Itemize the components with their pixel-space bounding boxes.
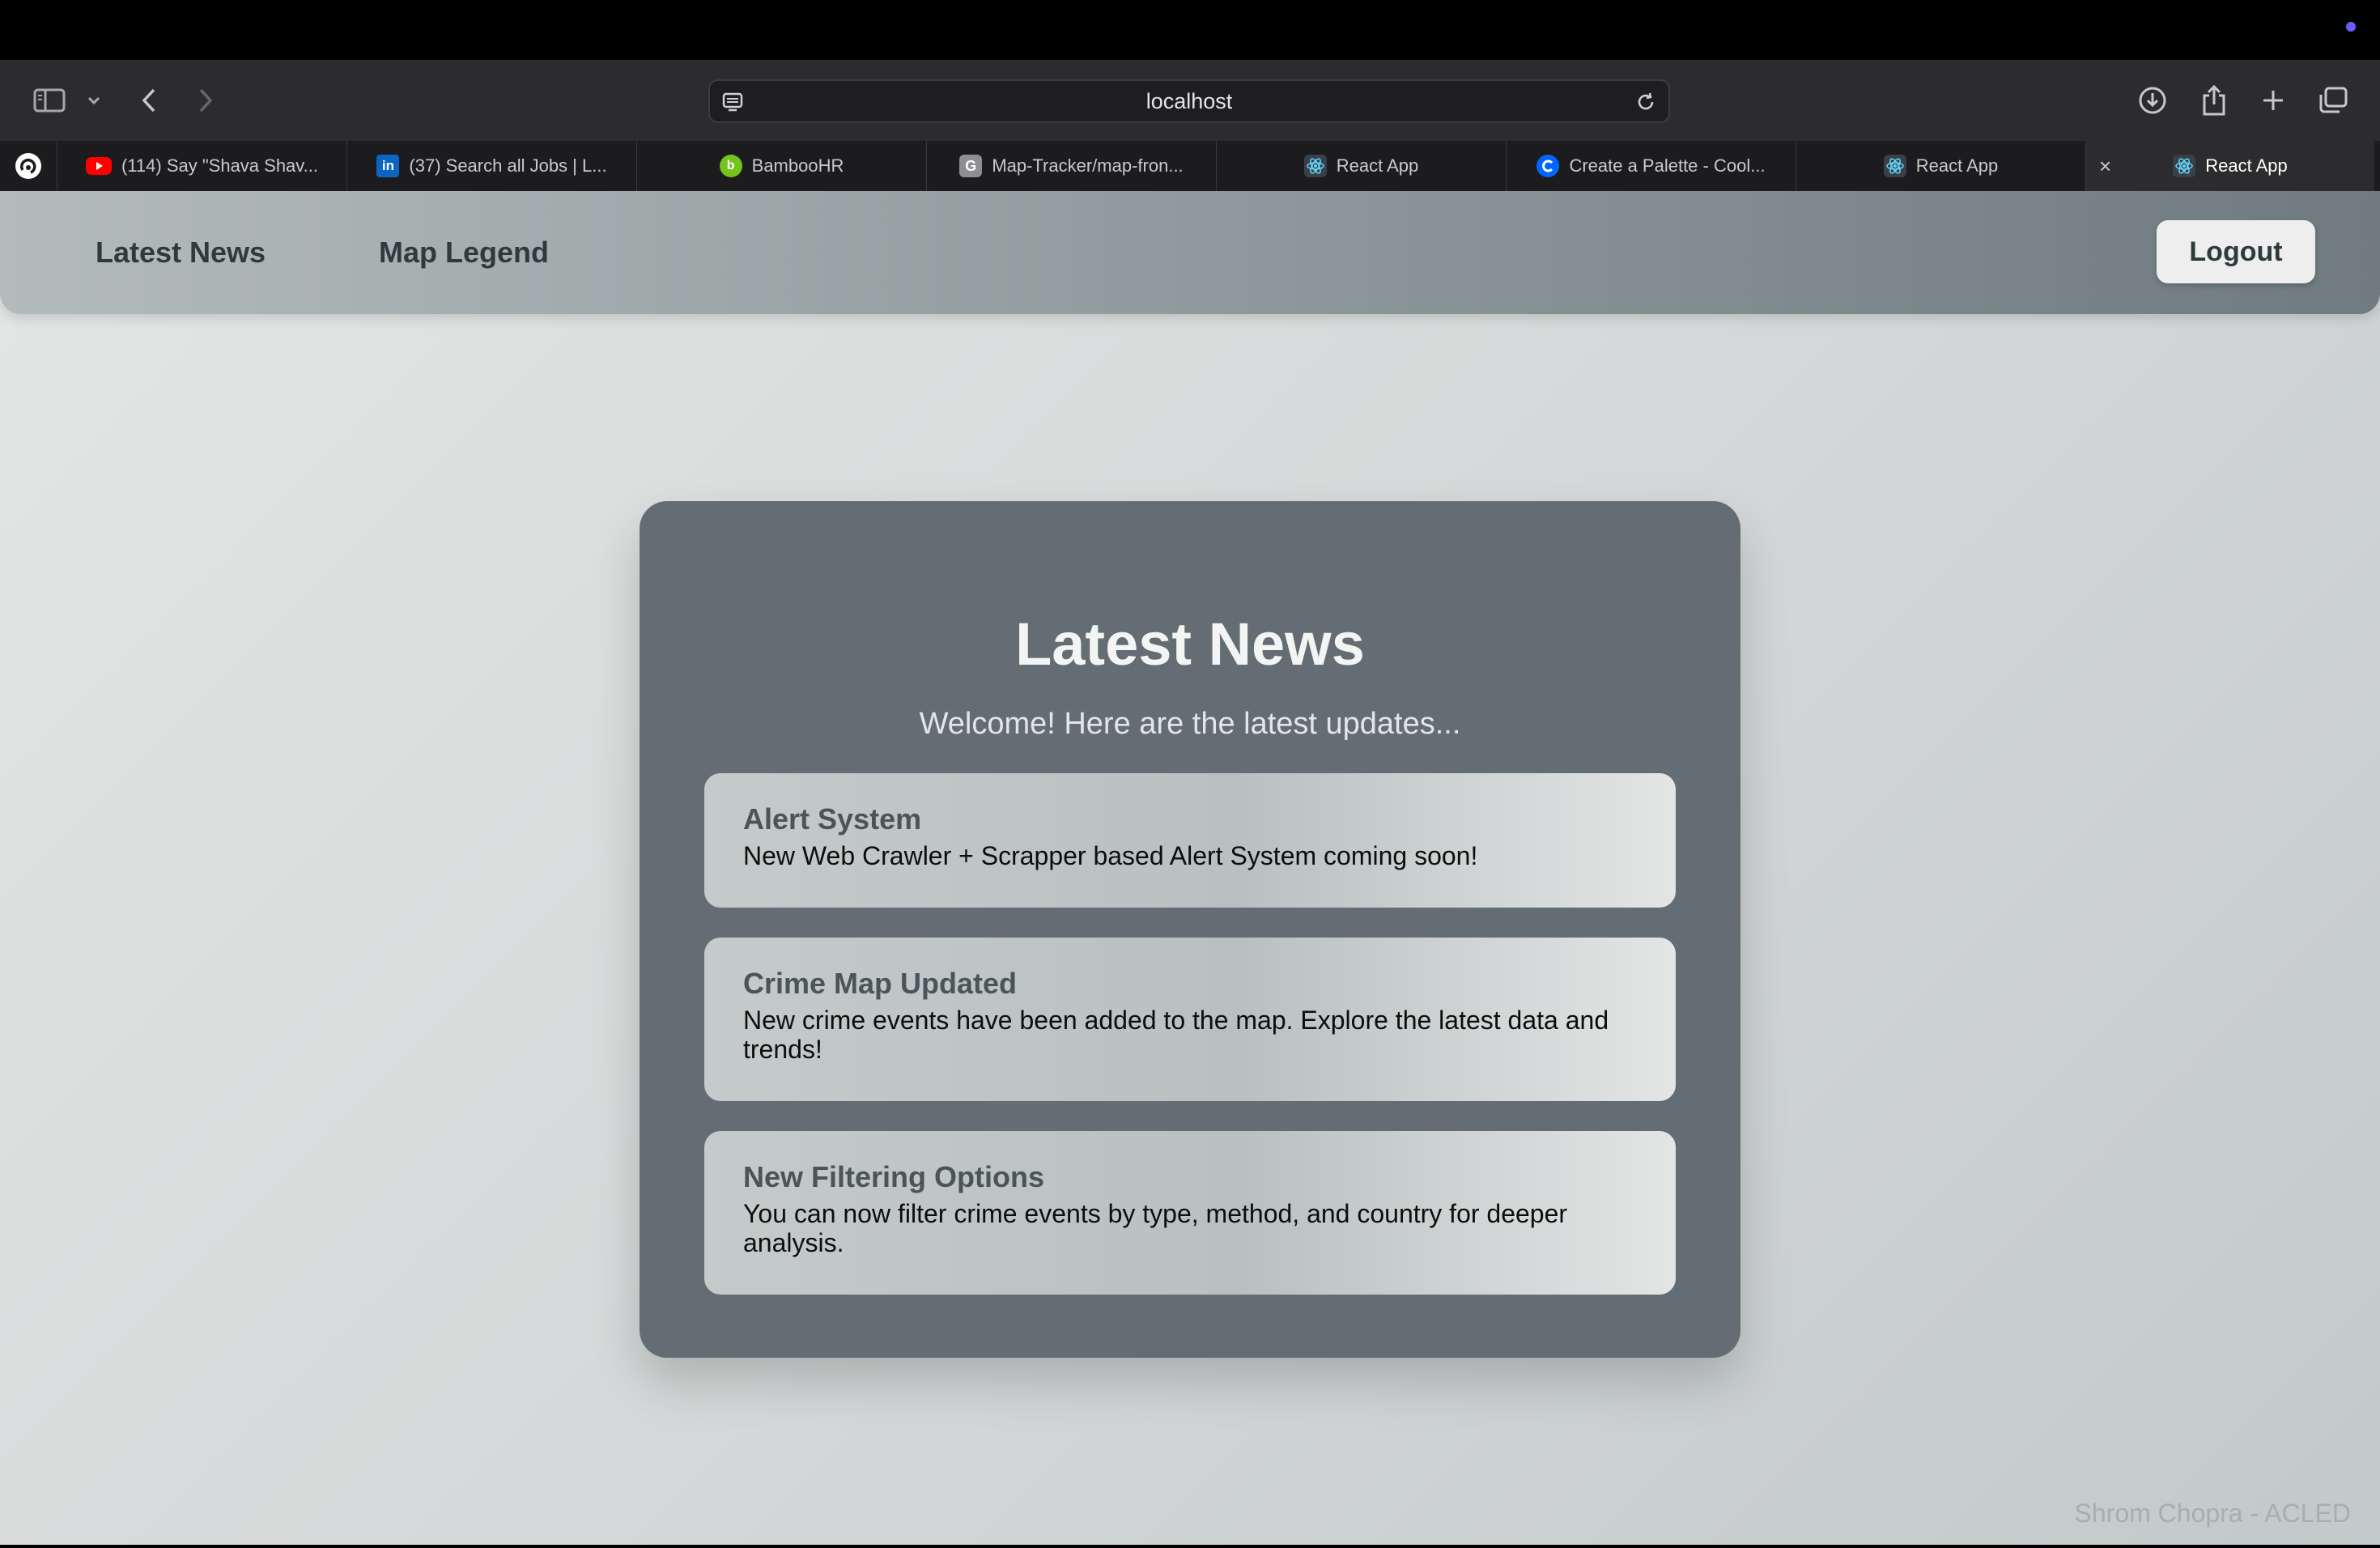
tab-label: Map-Tracker/map-fron... <box>992 155 1184 176</box>
new-tab-icon[interactable] <box>2259 78 2288 123</box>
logout-button[interactable]: Logout <box>2157 220 2315 283</box>
youtube-icon <box>85 157 112 175</box>
page-subtitle: Welcome! Here are the latest updates... <box>919 707 1461 741</box>
pinned-site-icon <box>15 153 41 179</box>
tab-label: (114) Say "Shava Shav... <box>121 155 318 176</box>
news-card: Latest News Welcome! Here are the latest… <box>640 501 1740 1358</box>
tab-label: Create a Palette - Cool... <box>1569 155 1766 176</box>
back-icon[interactable] <box>136 78 162 123</box>
github-icon: G <box>959 155 983 177</box>
downloads-icon[interactable] <box>2137 78 2168 123</box>
tab-overview-icon[interactable] <box>2317 78 2349 123</box>
news-item-title: Crime Map Updated <box>743 967 1018 1000</box>
news-item-body: New crime events have been added to the … <box>743 1006 1609 1064</box>
tab-react-app-2[interactable]: React App <box>1796 141 2086 191</box>
tab-bar: (114) Say "Shava Shav... in (37) Search … <box>0 141 2380 191</box>
pinned-tab[interactable] <box>0 141 57 191</box>
news-item-title: Alert System <box>743 802 922 836</box>
tab-linkedin[interactable]: in (37) Search all Jobs | L... <box>347 141 637 191</box>
tab-label: React App <box>2205 155 2288 176</box>
forward-icon[interactable] <box>193 78 219 123</box>
nav-latest-news[interactable]: Latest News <box>96 191 266 314</box>
tab-label: React App <box>1336 155 1419 176</box>
react-icon <box>1883 155 1906 177</box>
tab-coolors[interactable]: Create a Palette - Cool... <box>1507 141 1796 191</box>
url-text: localhost <box>1145 88 1233 113</box>
tab-react-app-1[interactable]: React App <box>1217 141 1507 191</box>
news-item-body: You can now filter crime events by type,… <box>743 1199 1568 1257</box>
news-item-crime-map-updated: Crime Map Updated New crime events have … <box>704 938 1676 1101</box>
bamboohr-icon: b <box>719 155 742 177</box>
news-item-new-filtering-options: New Filtering Options You can now filter… <box>704 1131 1676 1295</box>
news-item-alert-system: Alert System New Web Crawler + Scrapper … <box>704 773 1676 908</box>
footer-credit: Shrom Chopra - ACLED <box>2074 1499 2351 1528</box>
linkedin-icon: in <box>376 155 400 177</box>
reload-icon[interactable] <box>1634 91 1657 117</box>
page-viewport: Latest News Map Legend Logout Latest New… <box>0 191 2380 1545</box>
nav-map-legend[interactable]: Map Legend <box>379 191 549 314</box>
tab-react-app-active[interactable]: × React App <box>2086 141 2374 191</box>
close-tab-icon[interactable]: × <box>2099 154 2111 178</box>
status-dot-icon <box>2346 22 2356 32</box>
browser-toolbar: localhost <box>0 60 2380 141</box>
tab-label: React App <box>1915 155 1999 176</box>
share-icon[interactable] <box>2199 78 2229 123</box>
sidebar-toggle-icon[interactable] <box>31 78 68 123</box>
app-navbar: Latest News Map Legend Logout <box>0 191 2380 314</box>
tab-youtube[interactable]: (114) Say "Shava Shav... <box>57 141 347 191</box>
chevron-down-icon[interactable] <box>84 78 104 123</box>
address-bar[interactable]: localhost <box>708 79 1670 123</box>
tab-bamboohr[interactable]: b BambooHR <box>637 141 927 191</box>
news-item-body: New Web Crawler + Scrapper based Alert S… <box>743 841 1478 870</box>
system-menu-bar <box>0 0 2380 60</box>
coolors-icon <box>1536 155 1560 177</box>
react-icon <box>2173 155 2196 177</box>
page-title: Latest News <box>1015 610 1365 678</box>
tab-label: BambooHR <box>751 155 844 176</box>
react-icon <box>1303 155 1327 177</box>
tab-github[interactable]: G Map-Tracker/map-fron... <box>927 141 1217 191</box>
tab-label: (37) Search all Jobs | L... <box>409 155 607 176</box>
news-item-title: New Filtering Options <box>743 1160 1045 1193</box>
